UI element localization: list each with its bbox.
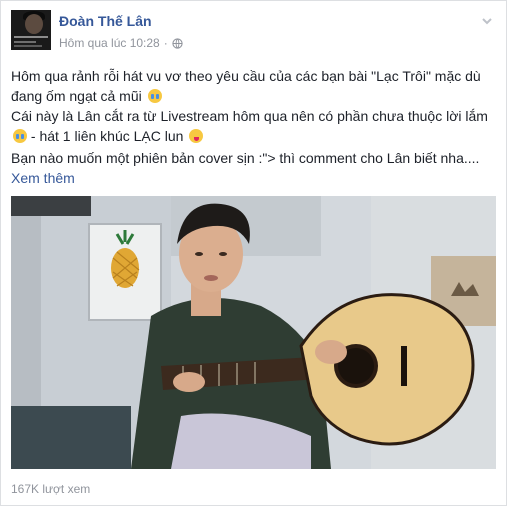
video-frame [11,196,496,469]
post-line-4: Bạn nào muốn một phiên bản cover sịn :">… [11,150,480,166]
post-line-1: Hôm qua rảnh rỗi hát vu vơ theo yêu cầu … [11,68,481,104]
post-paragraph: Hôm qua rảnh rỗi hát vu vơ theo yêu cầu … [11,66,498,146]
globe-icon[interactable] [172,37,183,49]
post-card: Đoàn Thế Lân Hôm qua lúc 10:28 · Hôm qua… [0,0,507,506]
crying-face-emoji-icon [13,129,27,143]
chevron-down-icon[interactable] [480,14,494,28]
meta-separator: · [163,36,168,50]
post-text: Hôm qua rảnh rỗi hát vu vơ theo yêu cầu … [11,66,498,190]
post-line-2: Cái này là Lân cắt ra từ Livestream hôm … [11,108,488,124]
avatar[interactable] [11,10,51,50]
post-timestamp[interactable]: Hôm qua lúc 10:28 [59,36,160,50]
video-player[interactable] [11,196,496,469]
post-meta: Hôm qua lúc 10:28 · [59,36,183,50]
post-line-3: - hát 1 liên khúc LẠC lun [30,128,184,144]
crying-face-emoji-icon [147,89,162,103]
post-header: Đoàn Thế Lân Hôm qua lúc 10:28 · [11,10,498,56]
yum-face-emoji-icon [189,129,204,143]
see-more-link[interactable]: Xem thêm [11,170,75,186]
view-count: 167K lượt xem [11,482,91,496]
author-name[interactable]: Đoàn Thế Lân [59,13,152,29]
post-paragraph: Bạn nào muốn một phiên bản cover sịn :">… [11,148,498,188]
